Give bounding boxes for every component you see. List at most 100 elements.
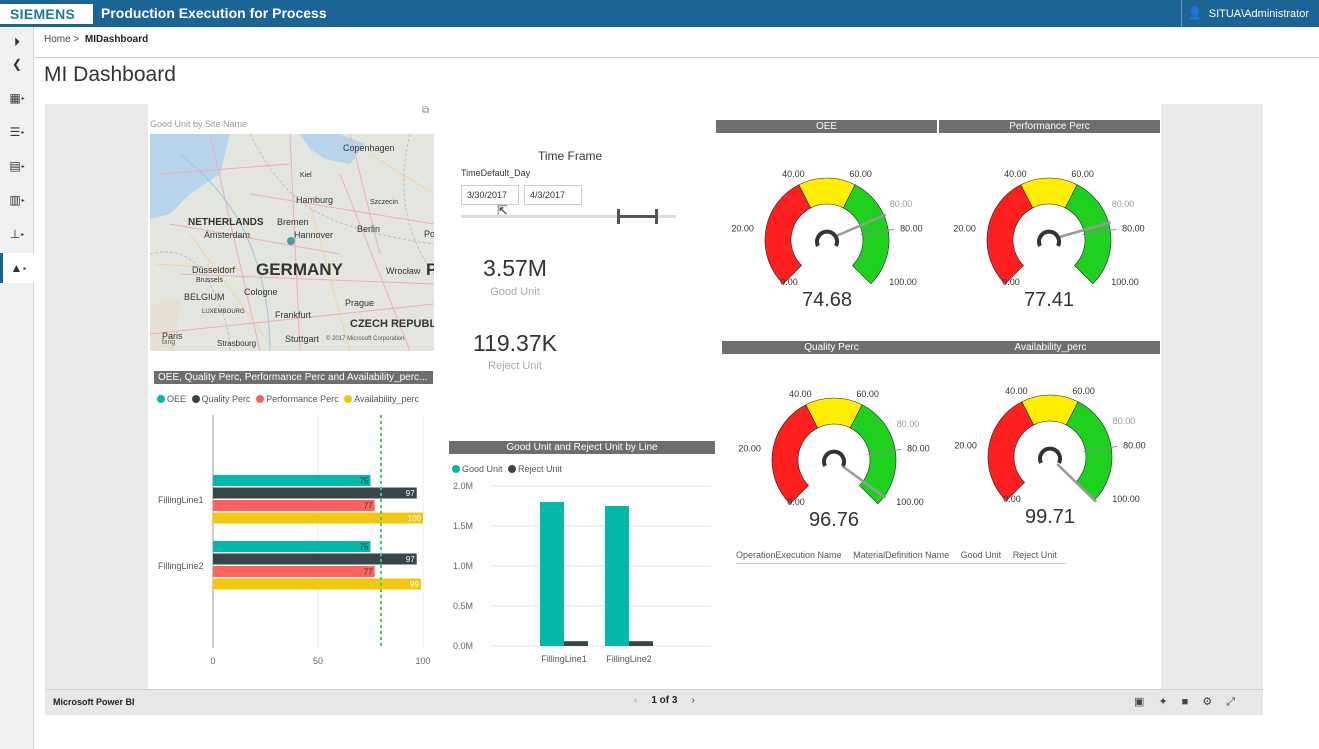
data-label: 75	[360, 543, 369, 552]
bar[interactable]	[540, 502, 564, 646]
bar[interactable]	[213, 541, 371, 552]
focus-mode-icon[interactable]: ⧉	[422, 105, 429, 116]
bar[interactable]	[564, 641, 588, 646]
gauge-value: 77.41	[1024, 289, 1074, 311]
y-tick-label: FillingLine1	[158, 495, 204, 505]
operations-table-header: OperationExecution Name MaterialDefiniti…	[736, 550, 1066, 564]
bar[interactable]	[605, 506, 629, 646]
gauge-target-label: 80.00	[890, 199, 913, 209]
sidebar-item-document[interactable]: ▥▸	[0, 185, 34, 215]
gauge-hub	[815, 229, 839, 247]
user-menu[interactable]: 👤 SITUA\Administrator	[1180, 0, 1319, 27]
sidebar-item-charts[interactable]: ▲▸	[0, 253, 34, 283]
sidebar-item-list[interactable]: ☰▸	[0, 117, 34, 147]
map-label: Düsseldorf	[192, 265, 236, 275]
x-tick-label: FillingLine1	[541, 654, 587, 664]
data-label: 77	[364, 568, 373, 577]
linkedin-icon[interactable]: ▣	[1134, 696, 1158, 708]
data-label: 100	[408, 514, 422, 523]
facebook-icon[interactable]: ■	[1182, 696, 1203, 708]
legend-item[interactable]: Quality Perc	[202, 394, 251, 404]
expand-arrow-icon: ⏵	[13, 35, 20, 49]
page-navigator: ‹ 1 of 3 ›	[620, 695, 709, 706]
performance-gauge[interactable]: 0.00 20.00 40.00 60.00 80.00 100.00 80.00 77.41	[949, 160, 1149, 320]
gauge-value: 74.68	[802, 289, 852, 311]
sidebar-item-calendar[interactable]: ▦▸	[0, 83, 34, 113]
availability-gauge[interactable]: 0.00 20.00 40.00 60.00 80.00 100.00 80.00 99.71	[950, 377, 1150, 537]
date-slider-end-handle[interactable]	[655, 209, 658, 224]
legend-item[interactable]: Good Unit	[462, 464, 503, 474]
data-label: 99	[410, 580, 419, 589]
good-unit-label: Good Unit	[490, 286, 540, 298]
sidebar-item-clipboard[interactable]: ▤▸	[0, 151, 34, 181]
mouse-cursor-icon: ⇱	[497, 203, 508, 218]
gauge-tick-label: 100.00	[896, 497, 924, 507]
next-page-button[interactable]: ›	[691, 695, 694, 706]
start-date-input[interactable]: 3/30/2017	[461, 185, 519, 205]
gauge-tick-label: 60.00	[856, 389, 879, 399]
gauge-tick-label: 100.00	[1111, 277, 1139, 287]
top-bar: SIEMENS Production Execution for Process…	[0, 0, 1319, 27]
breadcrumb-home-link[interactable]: Home	[44, 34, 71, 45]
table-header-cell[interactable]: MaterialDefinition Name	[853, 550, 949, 560]
gauge-tick-label: 20.00	[953, 223, 976, 233]
bar[interactable]	[213, 487, 417, 499]
fullscreen-icon[interactable]: ⤢	[1226, 696, 1249, 708]
bar[interactable]	[213, 553, 417, 565]
good-unit-value: 3.57M	[483, 255, 547, 281]
clipboard-icon: ▤	[9, 159, 21, 173]
settings-icon[interactable]: ⚙	[1202, 696, 1226, 708]
sidebar-item-hierarchy[interactable]: ⊥▸	[0, 219, 34, 249]
hbar-chart-legend: OEE Quality Perc Performance Perc Availa…	[154, 394, 419, 404]
gauge-tick-label: 60.00	[1072, 386, 1095, 396]
legend-item[interactable]: OEE	[167, 394, 186, 404]
gauge-tick-label: 20.00	[738, 443, 761, 453]
map-visual[interactable]: Copenhagen Kiel Hamburg Szczecin NETHERL…	[150, 134, 434, 351]
sidebar-back-button[interactable]: ❮	[0, 49, 34, 79]
data-label: 77	[364, 502, 373, 511]
powerbi-brand[interactable]: Microsoft Power BI	[53, 697, 135, 707]
data-label: 97	[406, 555, 415, 564]
bar[interactable]	[213, 512, 423, 524]
gauge-title: Performance Perc	[939, 120, 1160, 133]
map-label: NETHERLANDS	[188, 217, 264, 228]
table-header-cell[interactable]: Reject Unit	[1013, 550, 1057, 560]
gauge-title: OEE	[716, 120, 937, 133]
gauge-tick-label: 60.00	[1071, 169, 1094, 179]
gauge-tick-label: 80.00	[907, 443, 930, 453]
map-label: Kiel	[300, 172, 312, 179]
x-tick-label: 0	[210, 656, 215, 666]
gauge-tick-label: 100.00	[889, 277, 917, 287]
twitter-icon[interactable]: ✦	[1158, 696, 1181, 708]
date-slider-start-handle[interactable]	[617, 209, 620, 224]
bar[interactable]	[213, 500, 375, 511]
legend-item[interactable]: Performance Perc	[266, 394, 339, 404]
column-chart-legend: Good Unit Reject Unit	[449, 464, 562, 474]
legend-swatch	[452, 465, 460, 473]
map-label: Amsterdam	[204, 230, 251, 240]
column-chart-title: Good Unit and Reject Unit by Line	[449, 441, 715, 454]
end-date-input[interactable]: 4/3/2017	[524, 185, 582, 205]
oee-gauge[interactable]: 0.00 20.00 40.00 60.00 80.00 100.00 80.00 74.68	[727, 160, 927, 320]
legend-item[interactable]: Availability_perc	[354, 394, 419, 404]
legend-swatch	[256, 395, 265, 403]
quality-gauge[interactable]: 0.00 20.00 40.00 60.00 80.00 100.00 80.00 96.76	[734, 380, 934, 540]
table-header-cell[interactable]: OperationExecution Name	[736, 550, 842, 560]
share-icons: ▣✦■⚙⤢	[1134, 695, 1249, 709]
data-label: 97	[406, 489, 415, 498]
bar[interactable]	[629, 641, 653, 646]
legend-item[interactable]: Reject Unit	[518, 464, 562, 474]
y-tick-label: 2.0M	[453, 481, 473, 491]
gauge-tick-label: 80.00	[1123, 440, 1146, 450]
gauge-tick-label: 0.00	[780, 277, 798, 287]
user-icon: 👤	[1187, 6, 1203, 20]
breadcrumb-separator: >	[73, 34, 80, 45]
prev-page-button[interactable]: ‹	[634, 695, 637, 706]
bar[interactable]	[213, 475, 371, 486]
map-label: Frankfurt	[275, 310, 312, 320]
bar[interactable]	[213, 578, 421, 590]
legend-swatch	[508, 465, 517, 473]
bar[interactable]	[213, 566, 375, 577]
gauge-band	[986, 184, 1034, 285]
table-header-cell[interactable]: Good Unit	[961, 550, 1002, 560]
